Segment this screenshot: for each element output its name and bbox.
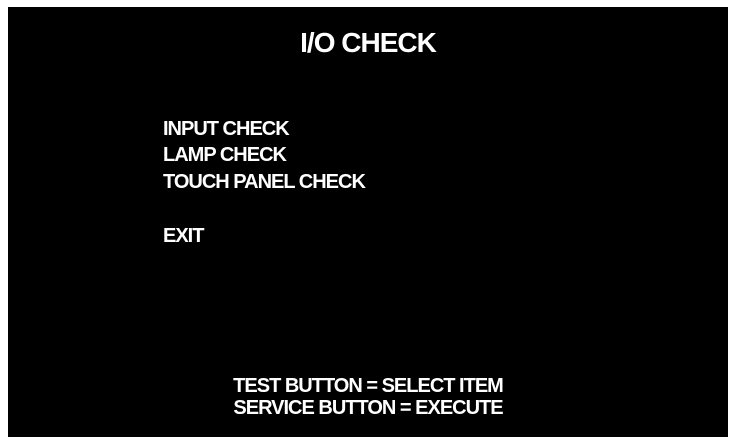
- menu-item-lamp-check[interactable]: LAMP CHECK: [163, 142, 365, 168]
- instructions: TEST BUTTON = SELECT ITEM SERVICE BUTTON…: [8, 375, 728, 419]
- instruction-service-button: SERVICE BUTTON = EXECUTE: [233, 397, 503, 419]
- menu-item-exit[interactable]: EXIT: [163, 222, 365, 250]
- menu-item-input-check[interactable]: INPUT CHECK: [163, 116, 365, 142]
- menu-list: INPUT CHECK LAMP CHECK TOUCH PANEL CHECK…: [163, 116, 366, 250]
- instruction-test-button: TEST BUTTON = SELECT ITEM: [233, 375, 504, 397]
- io-check-screen: I/O CHECK INPUT CHECK LAMP CHECK TOUCH P…: [8, 7, 728, 437]
- menu-item-touch-panel-check[interactable]: TOUCH PANEL CHECK: [163, 168, 366, 196]
- page-title: I/O CHECK: [300, 27, 437, 58]
